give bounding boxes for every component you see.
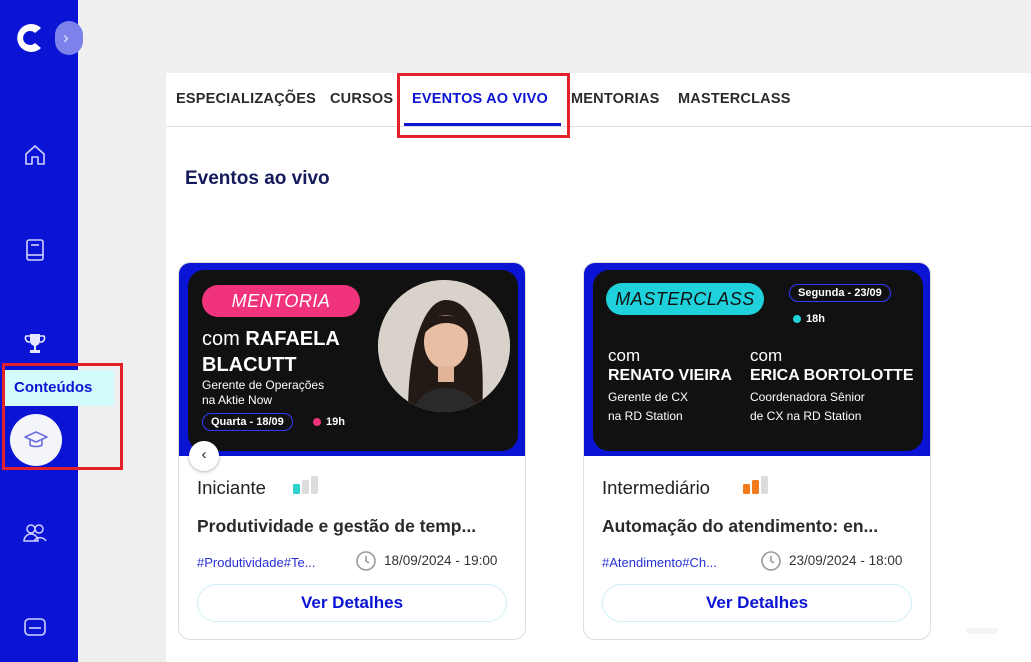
tab-mentorias[interactable]: MENTORIAS bbox=[571, 91, 660, 107]
event-datetime: 23/09/2024 - 18:00 bbox=[789, 553, 903, 568]
level-bar bbox=[752, 480, 759, 494]
chevron-left-icon: ‹ bbox=[201, 446, 207, 463]
details-button[interactable]: Ver Detalhes bbox=[197, 584, 507, 622]
banner-speaker1-role1: Gerente de CX bbox=[608, 390, 689, 404]
event-card[interactable]: MENTORIA com RAFAELA BLACUTT Gerente de … bbox=[178, 262, 526, 640]
tab-cursos[interactable]: CURSOS bbox=[330, 91, 393, 107]
event-type-tag: MENTORIA bbox=[202, 285, 360, 317]
banner-com: com bbox=[202, 328, 240, 350]
level-bars-icon bbox=[293, 473, 323, 502]
card-icon[interactable] bbox=[22, 614, 48, 640]
banner-name-2: BLACUTT bbox=[202, 354, 297, 376]
event-card[interactable]: MASTERCLASS Segunda - 23/09 18h com RENA… bbox=[583, 262, 931, 640]
level-bar bbox=[761, 476, 768, 494]
banner-time: 18h bbox=[806, 313, 825, 325]
banner-speaker2-role2: de CX na RD Station bbox=[750, 409, 862, 423]
dot-icon bbox=[793, 315, 801, 324]
banner-date: Quarta - 18/09 bbox=[202, 413, 293, 431]
banner-speaker1-name: RENATO VIEIRA bbox=[608, 367, 732, 384]
event-type-tag: MASTERCLASS bbox=[606, 283, 764, 315]
banner-speaker2-role1: Coordenadora Sênior bbox=[750, 390, 865, 404]
level-bar bbox=[293, 484, 300, 494]
event-tags[interactable]: #Produtividade#Te... bbox=[197, 555, 345, 570]
book-icon[interactable] bbox=[22, 237, 48, 263]
banner-speaker1-com: com bbox=[608, 346, 641, 365]
banner-role-1: Gerente de Operações bbox=[202, 378, 325, 392]
logo-icon[interactable] bbox=[12, 20, 46, 56]
clock-icon bbox=[356, 551, 376, 571]
banner-time: 19h bbox=[326, 416, 345, 428]
level-label: Iniciante bbox=[197, 477, 266, 498]
level-bar bbox=[743, 484, 750, 494]
users-icon[interactable] bbox=[22, 520, 48, 546]
event-tags[interactable]: #Atendimento#Ch... bbox=[602, 555, 750, 570]
banner-date: Segunda - 23/09 bbox=[789, 284, 891, 302]
highlight-box-sidebar bbox=[2, 363, 123, 470]
clock-icon bbox=[761, 551, 781, 571]
details-button[interactable]: Ver Detalhes bbox=[602, 584, 912, 622]
level-bars-icon bbox=[743, 473, 773, 502]
trophy-icon[interactable] bbox=[22, 331, 48, 357]
event-title[interactable]: Automação do atendimento: en... bbox=[602, 516, 920, 537]
tab-masterclass[interactable]: MASTERCLASS bbox=[678, 91, 791, 107]
event-title[interactable]: Produtividade e gestão de temp... bbox=[197, 516, 515, 537]
highlight-box-tab bbox=[397, 73, 570, 138]
event-banner: MASTERCLASS Segunda - 23/09 18h com RENA… bbox=[584, 263, 930, 456]
chevron-right-icon: › bbox=[63, 28, 69, 47]
banner-speaker2-name: ERICA BORTOLOTTE bbox=[750, 367, 914, 384]
speaker-photo bbox=[378, 280, 510, 412]
level-label: Intermediário bbox=[602, 477, 710, 498]
banner-speaker1-role2: na RD Station bbox=[608, 409, 683, 423]
tab-bar: ESPECIALIZAÇÕES CURSOS EVENTOS AO VIVO M… bbox=[166, 73, 1031, 127]
event-datetime: 18/09/2024 - 19:00 bbox=[384, 553, 498, 568]
sidebar bbox=[0, 0, 78, 662]
tab-especializacoes[interactable]: ESPECIALIZAÇÕES bbox=[176, 91, 316, 107]
banner-role-2: na Aktie Now bbox=[202, 393, 273, 407]
sidebar-collapse-button[interactable]: › bbox=[55, 21, 83, 55]
scroll-indicator bbox=[966, 628, 998, 634]
banner-name-1: RAFAELA bbox=[245, 328, 340, 350]
carousel-prev-button[interactable]: ‹ bbox=[189, 441, 219, 471]
event-banner: MENTORIA com RAFAELA BLACUTT Gerente de … bbox=[179, 263, 525, 456]
level-bar bbox=[302, 480, 309, 494]
dot-icon bbox=[313, 418, 321, 427]
banner-speaker2-com: com bbox=[750, 346, 783, 365]
home-icon[interactable] bbox=[22, 142, 48, 168]
level-bar bbox=[311, 476, 318, 494]
section-title: Eventos ao vivo bbox=[185, 168, 330, 189]
